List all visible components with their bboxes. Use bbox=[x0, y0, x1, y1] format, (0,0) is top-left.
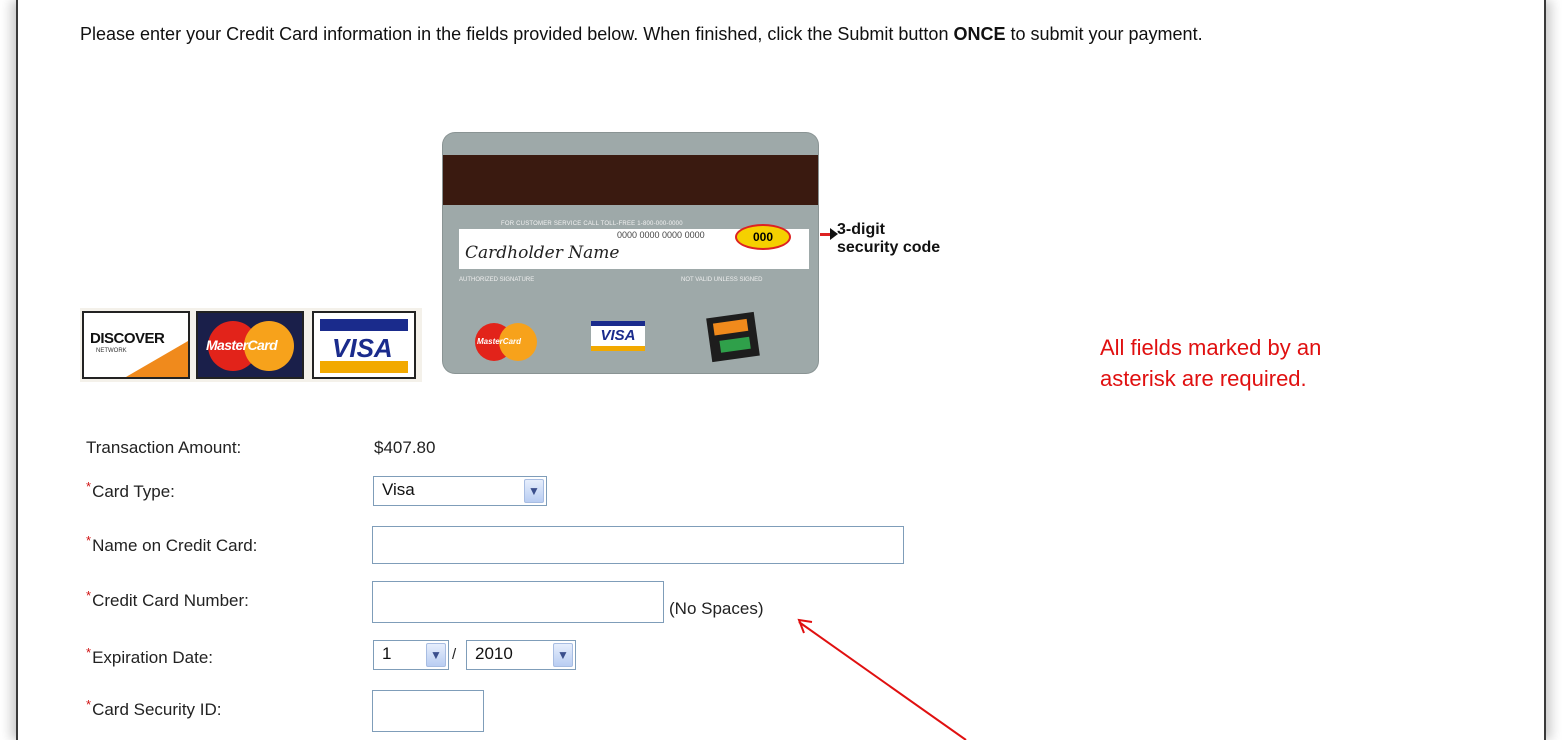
annotation-arrow-line bbox=[798, 621, 967, 740]
annotation-arrow bbox=[797, 618, 967, 740]
